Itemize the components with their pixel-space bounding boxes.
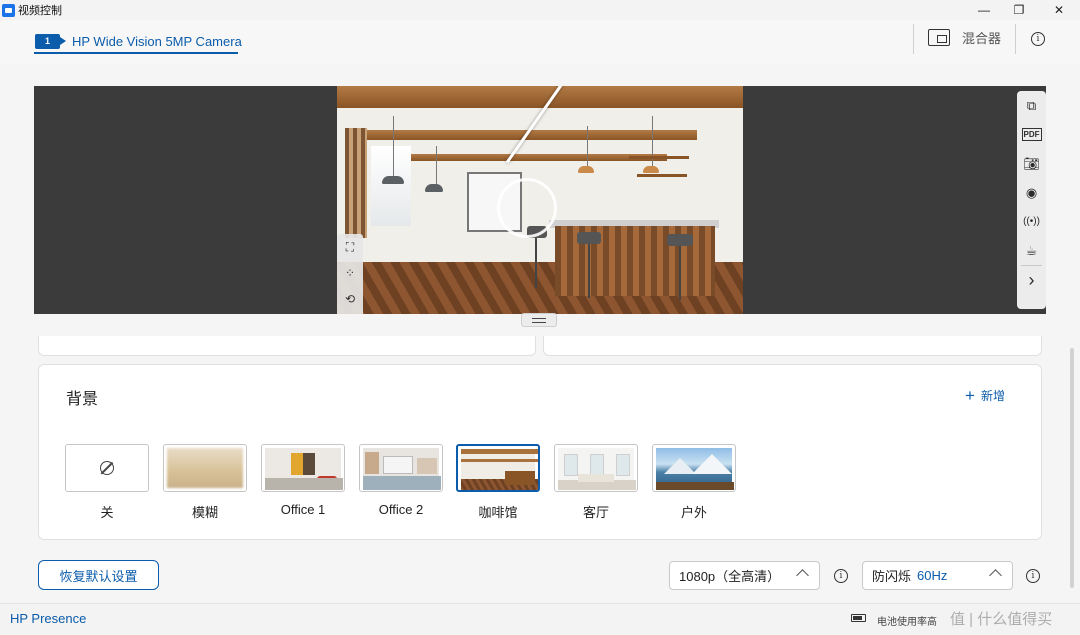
background-label: Office 1 [280, 502, 326, 517]
background-option-blur[interactable] [163, 444, 247, 492]
background-label: 模糊 [191, 505, 218, 520]
settings-card [543, 336, 1042, 356]
camera-icon[interactable]: 📷︎ [1017, 149, 1046, 178]
background-label: 客厅 [582, 505, 609, 520]
chevron-up-icon [989, 569, 1002, 582]
resolution-select[interactable]: 1080p（全高清） [669, 561, 820, 590]
chevron-right-icon[interactable]: › [1017, 266, 1046, 295]
active-tab-indicator [34, 52, 238, 54]
add-background-button[interactable]: + 新增 [965, 387, 1005, 404]
camera-name: HP Wide Vision 5MP Camera [72, 33, 242, 49]
app-icon [2, 3, 15, 17]
vertical-scrollbar[interactable] [1070, 348, 1074, 588]
info-icon[interactable]: i [834, 569, 848, 583]
coffee-icon[interactable]: ☕︎ [1017, 236, 1046, 265]
window-title: 视频控制 [18, 5, 62, 17]
flicker-value: 60Hz [917, 568, 948, 583]
plus-icon: + [965, 386, 975, 405]
adjust-points-icon[interactable]: ⁘ [337, 260, 363, 286]
background-option-office-2[interactable] [359, 444, 443, 492]
camera-preview: ⛶ ⁘ ⟲ ⧉ PDF 📷︎ ◉ ((•)) ☕︎ › [34, 86, 1046, 314]
app-window: 视频控制 — ❐ ✕ 1 HP Wide Vision 5MP Camera 混… [0, 0, 1080, 635]
background-option-office-1[interactable] [261, 444, 345, 492]
info-icon[interactable]: i [1026, 569, 1040, 583]
battery-icon [851, 614, 866, 622]
frame-text-icon[interactable]: ⛶ [337, 234, 363, 260]
status-bar: HP Presence 电池使用率高 值 | 什么值得买 [0, 603, 1080, 635]
brand-name: HP Presence [10, 611, 87, 626]
header-divider [913, 24, 914, 54]
flicker-label: 防闪烁 [872, 569, 912, 584]
background-label: 咖啡馆 [478, 505, 518, 520]
minimize-button[interactable]: — [966, 0, 1002, 20]
chevron-up-icon [796, 569, 809, 582]
section-title: 背景 [66, 391, 99, 408]
close-button[interactable]: ✕ [1041, 0, 1077, 20]
background-option-outdoor[interactable] [652, 444, 736, 492]
title-bar: 视频控制 — ❐ ✕ [0, 0, 1080, 20]
background-label: Office 2 [378, 502, 424, 517]
header: 1 HP Wide Vision 5MP Camera 混合器 i [0, 20, 1080, 64]
record-icon[interactable]: ◉ [1017, 178, 1046, 207]
background-option-off[interactable] [65, 444, 149, 492]
background-section: 背景 + 新增 关 模糊 Office 1 Office 2 咖啡馆 客厅 户外 [38, 364, 1042, 540]
camera-number-badge: 1 [35, 33, 66, 49]
info-icon[interactable]: i [1031, 32, 1045, 46]
resize-handle[interactable] [521, 313, 557, 327]
cafe-background-image [337, 86, 743, 314]
left-preview-toolbar: ⛶ ⁘ ⟲ [337, 234, 363, 314]
background-label: 关 [100, 505, 114, 520]
header-divider [1015, 24, 1016, 54]
mixer-label: 混合器 [962, 31, 1002, 46]
prohibited-icon [100, 461, 114, 475]
right-preview-toolbar: ⧉ PDF 📷︎ ◉ ((•)) ☕︎ › [1017, 91, 1046, 309]
resolution-value: 1080p（全高清） [679, 569, 781, 584]
pip-icon[interactable]: ⧉ [1017, 91, 1046, 120]
restore-button[interactable]: ❐ [1001, 0, 1037, 20]
broadcast-icon[interactable]: ((•)) [1017, 207, 1046, 236]
background-option-living-room[interactable] [554, 444, 638, 492]
pdf-icon[interactable]: PDF [1017, 120, 1046, 149]
picture-in-picture-icon [928, 29, 950, 46]
settings-card [38, 336, 536, 356]
mixer-button[interactable]: 混合器 [928, 28, 1001, 47]
camera-off-overlay-icon [497, 178, 557, 238]
add-label: 新增 [980, 389, 1005, 403]
flicker-select[interactable]: 防闪烁 60Hz [862, 561, 1013, 590]
watermark-logo: 值 | 什么值得买 [950, 611, 1053, 628]
background-label: 户外 [680, 505, 707, 520]
battery-status: 电池使用率高 [877, 617, 937, 628]
background-option-cafe[interactable] [456, 444, 540, 492]
rotate-icon[interactable]: ⟲ [337, 286, 363, 312]
reset-defaults-button[interactable]: 恢复默认设置 [38, 560, 159, 590]
